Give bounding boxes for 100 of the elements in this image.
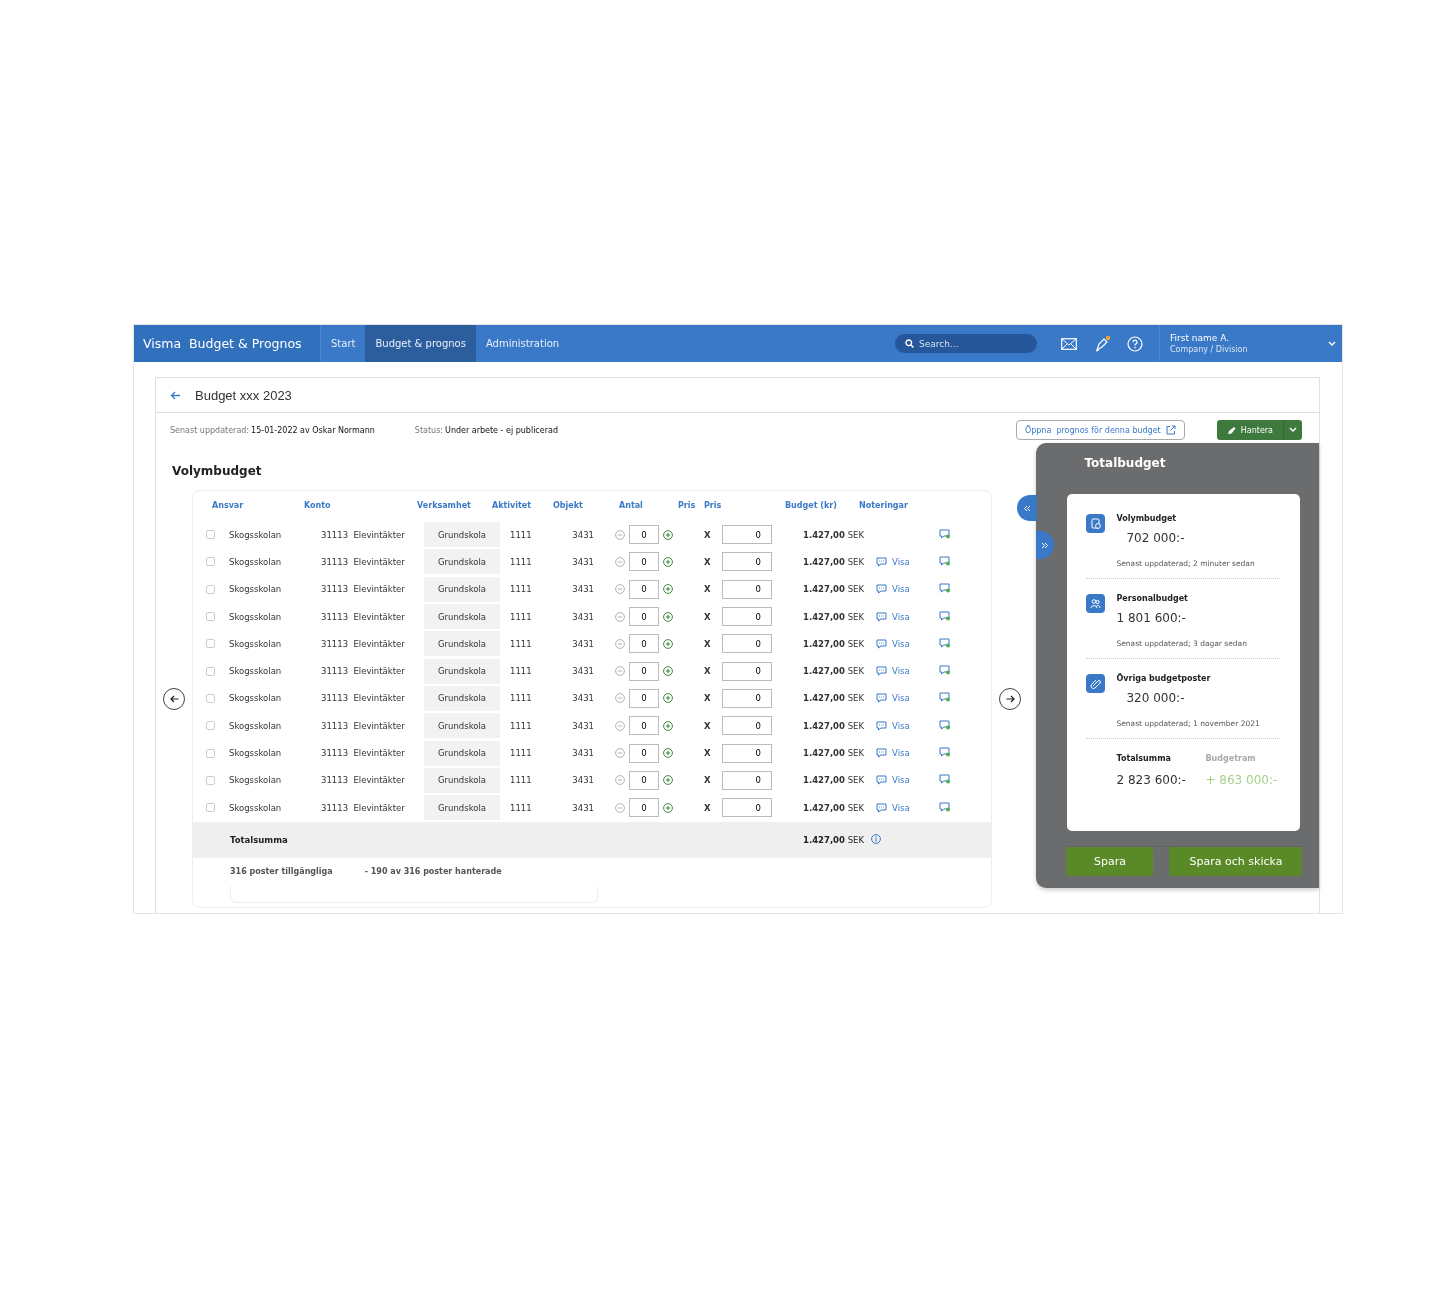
show-note-link[interactable]: Visa: [892, 802, 910, 813]
plus-circle-icon[interactable]: [663, 775, 673, 786]
plus-circle-icon[interactable]: [663, 584, 673, 595]
quantity-field[interactable]: 0: [629, 770, 659, 790]
show-note-link[interactable]: Visa: [892, 693, 910, 704]
plus-circle-icon[interactable]: [663, 666, 673, 677]
column-header[interactable]: Verksamhet: [417, 501, 492, 521]
add-note-icon[interactable]: [939, 801, 950, 812]
price-field[interactable]: 0: [722, 634, 772, 654]
nav-tab[interactable]: Start: [321, 325, 366, 362]
collapse-tab[interactable]: [1017, 495, 1038, 521]
quantity-field[interactable]: 0: [629, 607, 659, 627]
row-checkbox[interactable]: [206, 775, 215, 785]
plus-circle-icon[interactable]: [663, 720, 673, 731]
add-note-icon[interactable]: [939, 665, 950, 676]
minus-circle-icon[interactable]: [615, 666, 625, 677]
help-icon[interactable]: [1127, 335, 1143, 352]
quantity-field[interactable]: 0: [629, 798, 659, 818]
quantity-field[interactable]: 0: [629, 579, 659, 599]
column-header[interactable]: Budget (kr): [785, 501, 859, 521]
minus-circle-icon[interactable]: [615, 556, 625, 567]
open-forecast-button[interactable]: Öppna prognos för denna budget: [1015, 420, 1185, 440]
row-checkbox[interactable]: [206, 612, 215, 622]
back-arrow-icon[interactable]: [170, 390, 181, 400]
show-note-link[interactable]: Visa: [892, 611, 910, 622]
plus-circle-icon[interactable]: [663, 556, 673, 567]
show-note-link[interactable]: Visa: [892, 556, 910, 567]
save-button[interactable]: Spara och skicka: [1169, 847, 1303, 876]
add-note-icon[interactable]: [939, 528, 950, 539]
plus-circle-icon[interactable]: [663, 638, 673, 649]
column-header[interactable]: Ansvar: [212, 501, 304, 521]
price-field[interactable]: 0: [722, 743, 772, 763]
next-button[interactable]: [999, 688, 1021, 710]
quantity-field[interactable]: 0: [629, 525, 659, 545]
show-note-link[interactable]: Visa: [892, 775, 910, 786]
minus-circle-icon[interactable]: [615, 611, 625, 622]
price-field[interactable]: 0: [722, 525, 772, 545]
add-note-icon[interactable]: [939, 774, 950, 785]
show-note-link[interactable]: Visa: [892, 748, 910, 758]
column-header[interactable]: Aktivitet: [492, 501, 553, 521]
price-field[interactable]: 0: [722, 607, 772, 627]
column-header[interactable]: Noteringar: [859, 501, 908, 521]
price-field[interactable]: 0: [722, 661, 772, 681]
quantity-field[interactable]: 0: [629, 688, 659, 708]
show-note-link[interactable]: Visa: [892, 666, 910, 677]
minus-circle-icon[interactable]: [615, 748, 625, 758]
show-note-link[interactable]: Visa: [892, 584, 910, 595]
row-checkbox[interactable]: [206, 530, 215, 540]
mail-icon[interactable]: [1061, 337, 1077, 350]
plus-circle-icon[interactable]: [663, 748, 673, 758]
show-note-link[interactable]: Visa: [892, 638, 910, 649]
quantity-field[interactable]: 0: [629, 661, 659, 681]
column-header[interactable]: Antal: [619, 501, 678, 521]
previous-button[interactable]: [163, 688, 185, 710]
price-field[interactable]: 0: [722, 798, 772, 818]
plus-circle-icon[interactable]: [663, 693, 673, 704]
minus-circle-icon[interactable]: [615, 775, 625, 786]
row-checkbox[interactable]: [206, 693, 215, 703]
manage-button[interactable]: Hantera: [1216, 420, 1283, 440]
price-field[interactable]: 0: [722, 552, 772, 572]
plus-circle-icon[interactable]: [663, 611, 673, 622]
row-checkbox[interactable]: [206, 721, 215, 731]
row-checkbox[interactable]: [206, 666, 215, 676]
quantity-field[interactable]: 0: [629, 552, 659, 572]
minus-circle-icon[interactable]: [615, 802, 625, 813]
row-checkbox[interactable]: [206, 639, 215, 649]
price-field[interactable]: 0: [722, 579, 772, 599]
quantity-field[interactable]: 0: [629, 634, 659, 654]
price-field[interactable]: 0: [722, 716, 772, 736]
minus-circle-icon[interactable]: [615, 693, 625, 704]
add-note-icon[interactable]: [939, 719, 950, 730]
add-note-icon[interactable]: [939, 610, 950, 621]
add-note-icon[interactable]: [939, 692, 950, 703]
add-note-icon[interactable]: [939, 637, 950, 648]
column-header[interactable]: Pris: [704, 501, 785, 521]
add-note-icon[interactable]: [939, 555, 950, 566]
info-icon[interactable]: [871, 834, 881, 845]
column-header[interactable]: Konto: [304, 501, 417, 521]
price-field[interactable]: 0: [722, 770, 772, 790]
add-note-icon[interactable]: [939, 747, 950, 757]
minus-circle-icon[interactable]: [615, 584, 625, 595]
quantity-field[interactable]: 0: [629, 743, 659, 763]
nav-tab[interactable]: Budget & prognos: [365, 325, 476, 362]
row-checkbox[interactable]: [206, 803, 215, 813]
minus-circle-icon[interactable]: [615, 529, 625, 540]
minus-circle-icon[interactable]: [615, 638, 625, 649]
minus-circle-icon[interactable]: [615, 720, 625, 731]
save-button[interactable]: Spara: [1066, 847, 1154, 876]
quantity-field[interactable]: 0: [629, 716, 659, 736]
user-menu[interactable]: First name A. Company / Division: [1159, 325, 1342, 362]
search-field[interactable]: Search...: [895, 334, 1037, 353]
row-checkbox[interactable]: [206, 748, 215, 758]
column-header[interactable]: Objekt: [553, 501, 619, 521]
plus-circle-icon[interactable]: [663, 529, 673, 540]
nav-tab[interactable]: Administration: [475, 325, 570, 362]
column-header[interactable]: Pris: [678, 501, 704, 521]
row-checkbox[interactable]: [206, 557, 215, 567]
price-field[interactable]: 0: [722, 688, 772, 708]
show-note-link[interactable]: Visa: [892, 720, 910, 731]
app-menu[interactable]: Visma Budget & Prognos: [134, 325, 321, 362]
